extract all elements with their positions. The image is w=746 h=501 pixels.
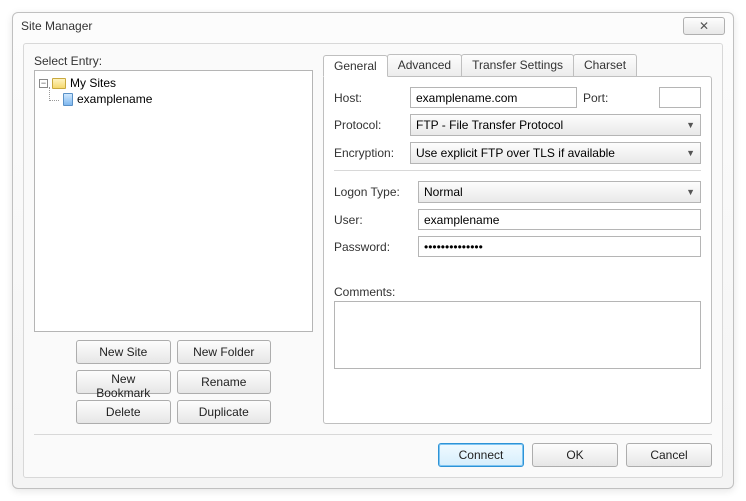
user-row: User: xyxy=(334,209,701,230)
host-label: Host: xyxy=(334,91,404,105)
select-entry-label: Select Entry: xyxy=(34,54,313,68)
new-bookmark-button[interactable]: New Bookmark xyxy=(76,370,171,394)
logon-type-value: Normal xyxy=(424,185,463,199)
tab-general[interactable]: General xyxy=(323,55,388,77)
titlebar: Site Manager ✕ xyxy=(13,13,733,39)
site-manager-window: Site Manager ✕ Select Entry: − My Sites … xyxy=(12,12,734,489)
port-label: Port: xyxy=(583,91,653,105)
logon-type-select[interactable]: Normal ▼ xyxy=(418,181,701,203)
close-button[interactable]: ✕ xyxy=(683,17,725,35)
tree-root-label: My Sites xyxy=(70,76,116,90)
comments-textarea[interactable] xyxy=(334,301,701,369)
rename-button[interactable]: Rename xyxy=(177,370,272,394)
cancel-button[interactable]: Cancel xyxy=(626,443,712,467)
ok-button[interactable]: OK xyxy=(532,443,618,467)
chevron-down-icon: ▼ xyxy=(686,187,695,197)
host-input[interactable] xyxy=(410,87,577,108)
port-input[interactable] xyxy=(659,87,701,108)
password-row: Password: xyxy=(334,236,701,257)
logon-type-label: Logon Type: xyxy=(334,185,412,199)
tab-charset[interactable]: Charset xyxy=(573,54,637,76)
tab-bar: General Advanced Transfer Settings Chars… xyxy=(323,54,712,76)
host-row: Host: Port: xyxy=(334,87,701,108)
right-column: General Advanced Transfer Settings Chars… xyxy=(323,54,712,424)
general-panel: Host: Port: Protocol: FTP - File Transfe… xyxy=(323,76,712,424)
encryption-select[interactable]: Use explicit FTP over TLS if available ▼ xyxy=(410,142,701,164)
encryption-label: Encryption: xyxy=(334,146,404,160)
logon-row: Logon Type: Normal ▼ xyxy=(334,181,701,203)
new-site-button[interactable]: New Site xyxy=(76,340,171,364)
encryption-row: Encryption: Use explicit FTP over TLS if… xyxy=(334,142,701,164)
password-input[interactable] xyxy=(418,236,701,257)
dialog-footer: Connect OK Cancel xyxy=(34,434,712,467)
protocol-row: Protocol: FTP - File Transfer Protocol ▼ xyxy=(334,114,701,136)
dialog-body: Select Entry: − My Sites examplename New… xyxy=(23,43,723,478)
tree-item-label: examplename xyxy=(77,92,152,106)
spacer xyxy=(334,263,701,285)
password-label: Password: xyxy=(334,240,412,254)
server-icon xyxy=(63,93,73,106)
connect-button[interactable]: Connect xyxy=(438,443,524,467)
tree-item-examplename[interactable]: examplename xyxy=(39,91,308,107)
user-input[interactable] xyxy=(418,209,701,230)
site-buttons-grid: New Site New Folder New Bookmark Rename … xyxy=(34,340,313,424)
encryption-value: Use explicit FTP over TLS if available xyxy=(416,146,615,160)
new-folder-button[interactable]: New Folder xyxy=(177,340,272,364)
chevron-down-icon: ▼ xyxy=(686,120,695,130)
divider xyxy=(334,170,701,171)
comments-label: Comments: xyxy=(334,285,701,299)
tree-expander-icon[interactable]: − xyxy=(39,79,48,88)
protocol-label: Protocol: xyxy=(334,118,404,132)
protocol-value: FTP - File Transfer Protocol xyxy=(416,118,563,132)
tab-transfer-settings[interactable]: Transfer Settings xyxy=(461,54,574,76)
tab-advanced[interactable]: Advanced xyxy=(387,54,462,76)
tree-root-my-sites[interactable]: − My Sites xyxy=(39,75,308,91)
delete-button[interactable]: Delete xyxy=(76,400,171,424)
user-label: User: xyxy=(334,213,412,227)
chevron-down-icon: ▼ xyxy=(686,148,695,158)
content-columns: Select Entry: − My Sites examplename New… xyxy=(34,54,712,424)
close-icon: ✕ xyxy=(699,19,709,33)
duplicate-button[interactable]: Duplicate xyxy=(177,400,272,424)
left-column: Select Entry: − My Sites examplename New… xyxy=(34,54,313,424)
protocol-select[interactable]: FTP - File Transfer Protocol ▼ xyxy=(410,114,701,136)
window-title: Site Manager xyxy=(21,19,92,33)
folder-icon xyxy=(52,78,66,89)
site-tree[interactable]: − My Sites examplename xyxy=(34,70,313,332)
